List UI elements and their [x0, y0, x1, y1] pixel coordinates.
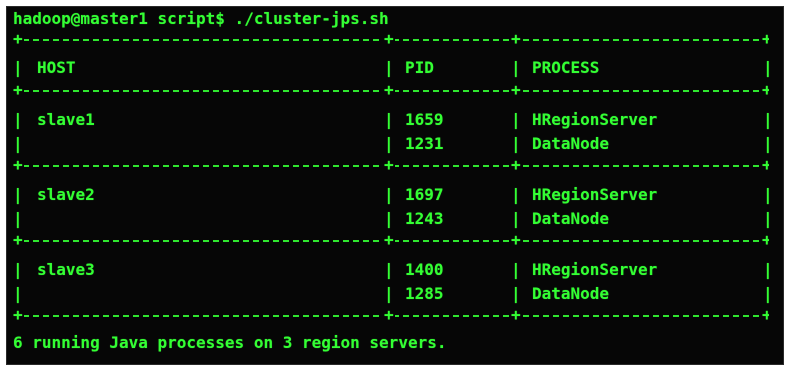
process-cell: HRegionServer: [532, 260, 658, 279]
pid-cell: 1400: [405, 260, 444, 279]
process-cell: DataNode: [532, 209, 610, 228]
header-pid: PID: [405, 58, 434, 77]
table-border-header: + + + +: [13, 85, 769, 95]
table-row: | slave2 | 1697 | HRegionServer |: [13, 185, 773, 204]
table-border-bottom: + + + +: [13, 310, 769, 320]
host-cell: slave1: [37, 110, 95, 129]
summary-line: 6 running Java processes on 3 region ser…: [13, 333, 447, 352]
table-row: | slave1 | 1659 | HRegionServer |: [13, 110, 773, 129]
process-cell: HRegionServer: [532, 110, 658, 129]
pid-cell: 1659: [405, 110, 444, 129]
process-cell: HRegionServer: [532, 185, 658, 204]
table-border-group: + + + +: [13, 235, 769, 245]
host-cell: slave2: [37, 185, 95, 204]
table-border-top: + + + +: [13, 34, 769, 44]
table-row: | | 1285 | DataNode |: [13, 284, 773, 303]
table-row: | | 1243 | DataNode |: [13, 209, 773, 228]
table-border-group: + + + +: [13, 160, 769, 170]
table-row: | | 1231 | DataNode |: [13, 134, 773, 153]
process-cell: DataNode: [532, 284, 610, 303]
table-row: | slave3 | 1400 | HRegionServer |: [13, 260, 773, 279]
pid-cell: 1231: [405, 134, 444, 153]
terminal-window[interactable]: hadoop@master1 script$ ./cluster-jps.sh …: [6, 6, 784, 365]
host-cell: slave3: [37, 260, 95, 279]
command-prompt: hadoop@master1 script$ ./cluster-jps.sh: [13, 9, 389, 28]
table-header-row: | HOST | PID | PROCESS |: [13, 58, 773, 77]
header-host: HOST: [37, 58, 76, 77]
pid-cell: 1697: [405, 185, 444, 204]
pid-cell: 1243: [405, 209, 444, 228]
header-process: PROCESS: [532, 58, 600, 77]
process-cell: DataNode: [532, 134, 610, 153]
pid-cell: 1285: [405, 284, 444, 303]
